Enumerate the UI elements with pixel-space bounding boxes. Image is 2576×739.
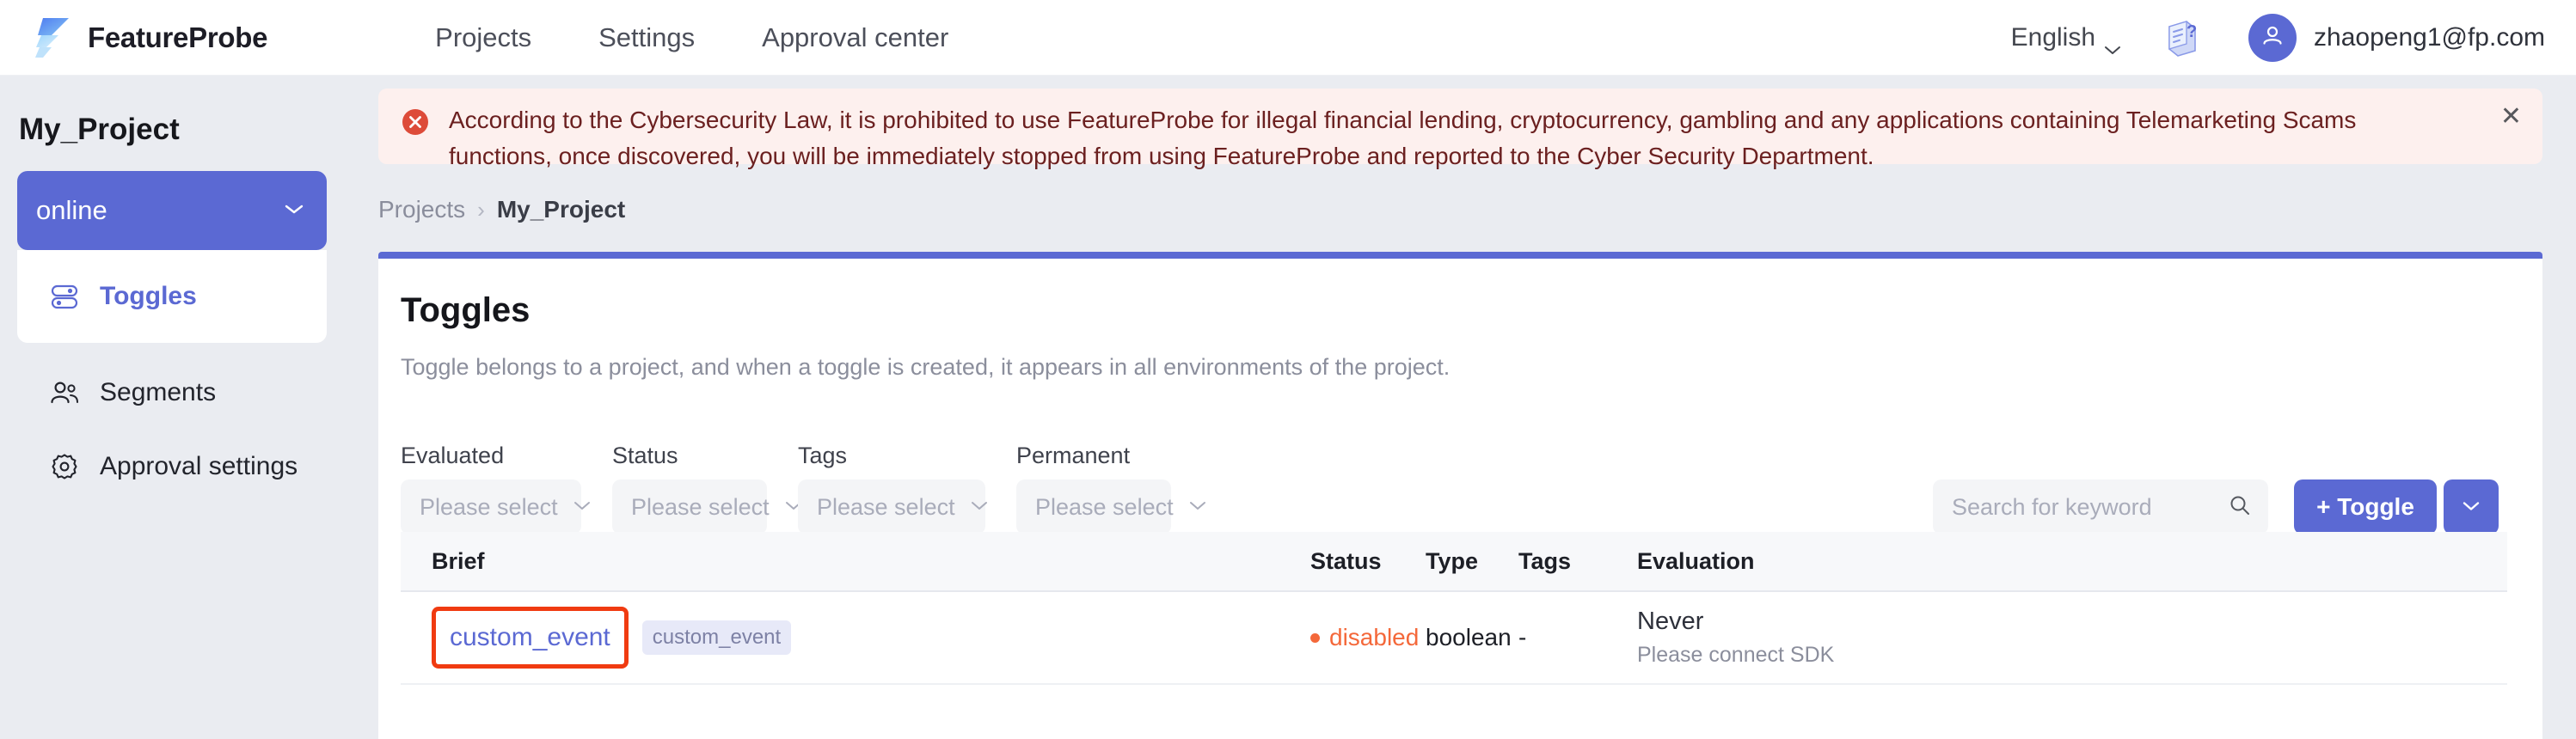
brand[interactable]: FeatureProbe — [33, 15, 267, 61]
status-select[interactable]: Please select — [612, 479, 767, 534]
chevron-down-icon — [2462, 500, 2481, 514]
cell-tags: - — [1518, 624, 1637, 651]
top-bar: FeatureProbe Projects Settings Approval … — [0, 0, 2576, 76]
status-badge: disabled — [1329, 624, 1419, 651]
filter-status: Status Please select — [612, 443, 767, 534]
main-navigation: Projects Settings Approval center — [435, 22, 1015, 53]
filter-tags: Tags Please select — [798, 443, 985, 534]
sidebar-project-title: My_Project — [19, 113, 378, 147]
table-row[interactable]: custom_event custom_event disabled boole… — [401, 592, 2507, 685]
user-avatar-icon — [2260, 22, 2285, 52]
banner-message: According to the Cybersecurity Law, it i… — [449, 102, 2409, 174]
toggle-tags: - — [1518, 624, 1526, 650]
chevron-down-icon — [955, 499, 988, 515]
filter-label: Permanent — [1016, 443, 1171, 469]
sidebar-item-toggles[interactable]: Toggles — [17, 272, 327, 321]
language-label: English — [2011, 23, 2095, 52]
help-doc-icon[interactable]: ? — [2161, 16, 2204, 59]
username-label[interactable]: zhaopeng1@fp.com — [2314, 23, 2545, 52]
column-header-status: Status — [1310, 548, 1426, 575]
sidebar-secondary-nav: Segments Approval settings — [17, 369, 378, 491]
toggle-key-badge: custom_event — [642, 620, 791, 655]
chevron-down-icon — [558, 499, 591, 515]
select-value: Please select — [1035, 494, 1174, 521]
column-header-brief: Brief — [401, 548, 1310, 575]
add-toggle-button[interactable]: + Toggle — [2294, 479, 2437, 534]
cell-evaluation: Never Please connect SDK — [1637, 608, 2153, 668]
chevron-down-icon — [2104, 33, 2121, 43]
sidebar-item-label: Approval settings — [100, 452, 297, 481]
search-and-actions: + Toggle — [1933, 479, 2499, 534]
filter-label: Status — [612, 443, 767, 469]
avatar[interactable] — [2248, 14, 2297, 62]
toggle-name-highlight: custom_event — [432, 607, 629, 669]
svg-text:?: ? — [2187, 22, 2197, 41]
evaluation-hint: Please connect SDK — [1637, 643, 2153, 668]
nav-item-projects[interactable]: Projects — [435, 22, 531, 53]
gear-icon — [48, 450, 81, 483]
toggles-table: Brief Status Type Tags Evaluation custom… — [401, 532, 2507, 685]
chevron-down-icon — [770, 499, 802, 515]
select-value: Please select — [631, 494, 770, 521]
nav-item-settings[interactable]: Settings — [598, 22, 695, 53]
permanent-select[interactable]: Please select — [1016, 479, 1171, 534]
toggle-type: boolean — [1426, 624, 1512, 650]
breadcrumb-projects[interactable]: Projects — [378, 196, 465, 223]
select-value: Please select — [420, 494, 558, 521]
toggles-icon — [48, 280, 81, 313]
column-header-evaluation: Evaluation — [1637, 548, 2153, 575]
sidebar-item-segments[interactable]: Segments — [17, 369, 378, 417]
toggles-panel: Toggles Toggle belongs to a project, and… — [378, 252, 2542, 739]
top-bar-right: English ? zhaopeng1@fp.com — [2011, 14, 2545, 62]
column-header-type: Type — [1426, 548, 1518, 575]
filter-permanent: Permanent Please select — [1016, 443, 1171, 534]
search-input[interactable] — [1952, 494, 2229, 521]
cell-type: boolean — [1426, 624, 1518, 651]
featureprobe-logo-icon — [33, 15, 76, 61]
breadcrumb-current: My_Project — [497, 196, 625, 223]
sidebar-item-label: Toggles — [100, 282, 197, 311]
environment-selector[interactable]: online — [17, 171, 327, 250]
filter-label: Evaluated — [401, 443, 581, 469]
evaluated-select[interactable]: Please select — [401, 479, 581, 534]
cybersecurity-alert-banner: According to the Cybersecurity Law, it i… — [378, 89, 2542, 164]
filter-bar: Evaluated Please select Status Please se… — [401, 443, 2499, 534]
sidebar-item-approval-settings[interactable]: Approval settings — [17, 443, 378, 491]
filter-evaluated: Evaluated Please select — [401, 443, 581, 534]
chevron-down-icon — [1174, 499, 1206, 515]
search-icon[interactable] — [2229, 494, 2251, 521]
segments-icon — [48, 376, 81, 409]
breadcrumb: Projects › My_Project — [378, 196, 625, 223]
add-toggle-more-button[interactable] — [2444, 479, 2499, 534]
sidebar-active-card: Toggles — [17, 250, 327, 343]
page-title: Toggles — [401, 291, 2542, 330]
table-header-row: Brief Status Type Tags Evaluation — [401, 532, 2507, 592]
sidebar: My_Project online Toggles — [0, 76, 378, 739]
toggle-name-link[interactable]: custom_event — [450, 623, 610, 651]
language-selector[interactable]: English — [2011, 23, 2121, 52]
tags-select[interactable]: Please select — [798, 479, 985, 534]
filter-label: Tags — [798, 443, 985, 469]
close-icon[interactable]: ✕ — [2500, 104, 2522, 130]
sidebar-item-label: Segments — [100, 378, 216, 407]
error-circle-icon — [401, 107, 430, 137]
cell-brief: custom_event custom_event — [401, 607, 1310, 669]
select-value: Please select — [817, 494, 955, 521]
chevron-down-icon — [284, 203, 304, 219]
breadcrumb-separator: › — [477, 197, 485, 223]
environment-label: online — [36, 195, 107, 226]
brand-name: FeatureProbe — [88, 21, 267, 54]
page-description: Toggle belongs to a project, and when a … — [401, 354, 2542, 381]
evaluation-value: Never — [1637, 608, 2153, 636]
nav-item-approval-center[interactable]: Approval center — [762, 22, 948, 53]
column-header-tags: Tags — [1518, 548, 1637, 575]
search-box[interactable] — [1933, 479, 2268, 534]
status-dot-icon — [1310, 633, 1320, 643]
cell-status: disabled — [1310, 624, 1426, 651]
